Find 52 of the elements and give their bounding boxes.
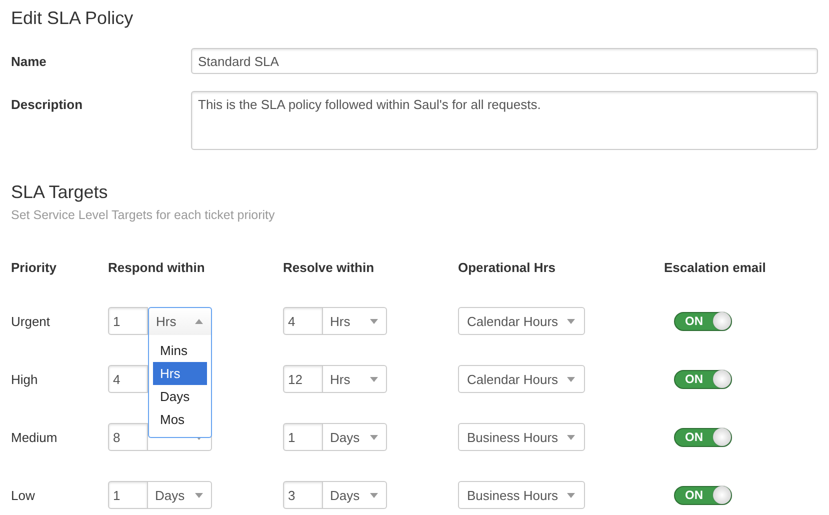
priority-label: Medium bbox=[11, 430, 58, 444]
unit-select[interactable]: Hrs bbox=[148, 307, 212, 335]
number-input[interactable]: 4 bbox=[283, 307, 323, 335]
number-input[interactable]: 8 bbox=[108, 423, 148, 451]
menu-option[interactable]: Mos bbox=[153, 408, 207, 431]
hours-select[interactable]: Calendar Hours bbox=[458, 307, 585, 335]
number-input[interactable]: 4 bbox=[108, 365, 148, 393]
number-input[interactable]: 1 bbox=[108, 307, 148, 335]
toggle-switch[interactable]: ON bbox=[674, 486, 732, 504]
unit-select[interactable]: Days bbox=[323, 481, 387, 509]
caret-icon bbox=[370, 492, 378, 498]
number-input[interactable]: 3 bbox=[283, 481, 323, 509]
name-input[interactable]: Standard SLA bbox=[191, 48, 818, 74]
unit-select[interactable]: Days bbox=[323, 423, 387, 451]
number-input[interactable]: 1 bbox=[283, 423, 323, 451]
caret-icon bbox=[195, 492, 203, 498]
caret-icon bbox=[567, 318, 575, 324]
column-header: Resolve within bbox=[283, 260, 376, 275]
number-input[interactable]: 1 bbox=[108, 481, 148, 509]
number-input[interactable]: 12 bbox=[283, 365, 323, 393]
priority-label: Low bbox=[11, 488, 36, 502]
unit-select[interactable]: Days bbox=[148, 481, 212, 509]
page-title: Edit SLA Policy bbox=[11, 7, 134, 30]
toggle-switch[interactable]: ON bbox=[674, 370, 732, 388]
caret-icon bbox=[370, 434, 378, 440]
column-header: Escalation email bbox=[664, 260, 767, 275]
field-label: Name bbox=[11, 54, 48, 68]
column-header: Priority bbox=[11, 260, 58, 275]
caret-icon bbox=[567, 376, 575, 382]
hours-select[interactable]: Calendar Hours bbox=[458, 365, 585, 393]
caret-icon bbox=[370, 376, 378, 382]
column-header: Respond within bbox=[108, 260, 206, 275]
priority-label: High bbox=[11, 372, 39, 386]
caret-icon bbox=[370, 318, 378, 324]
toggle-switch[interactable]: ON bbox=[674, 312, 732, 330]
caret-icon bbox=[567, 434, 575, 440]
menu-option[interactable]: Hrs bbox=[153, 362, 207, 385]
hours-select[interactable]: Business Hours bbox=[458, 423, 585, 451]
menu-option[interactable]: Mins bbox=[153, 339, 207, 362]
field-label: Description bbox=[11, 96, 84, 112]
column-header: Operational Hrs bbox=[458, 260, 557, 275]
caret-icon bbox=[567, 492, 575, 498]
toggle-switch[interactable]: ON bbox=[674, 428, 732, 446]
caret-icon bbox=[195, 319, 203, 324]
menu-option[interactable]: Days bbox=[153, 385, 207, 408]
hours-select[interactable]: Business Hours bbox=[458, 481, 585, 509]
description-input[interactable]: This is the SLA policy followed within Saul's for all requests. bbox=[191, 91, 818, 150]
priority-label: Urgent bbox=[11, 314, 52, 328]
section-title: SLA Targets bbox=[11, 181, 109, 204]
unit-select[interactable]: Hrs bbox=[323, 365, 387, 393]
unit-select[interactable]: Hrs bbox=[323, 307, 387, 335]
section-subtitle: Set Service Level Targets for each ticket priority bbox=[11, 208, 276, 222]
